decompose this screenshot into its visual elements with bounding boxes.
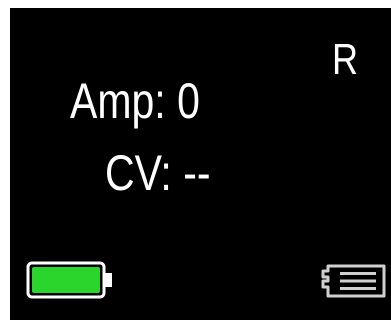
cv-readout: CV: -- [105, 145, 211, 201]
mode-indicator: R [332, 35, 359, 84]
battery-fill [32, 267, 100, 293]
amp-readout: Amp: 0 [70, 73, 200, 129]
device-screen: R Amp: 0 CV: -- [10, 8, 391, 320]
sd-card-icon [321, 264, 386, 298]
battery-full-icon [26, 261, 112, 299]
